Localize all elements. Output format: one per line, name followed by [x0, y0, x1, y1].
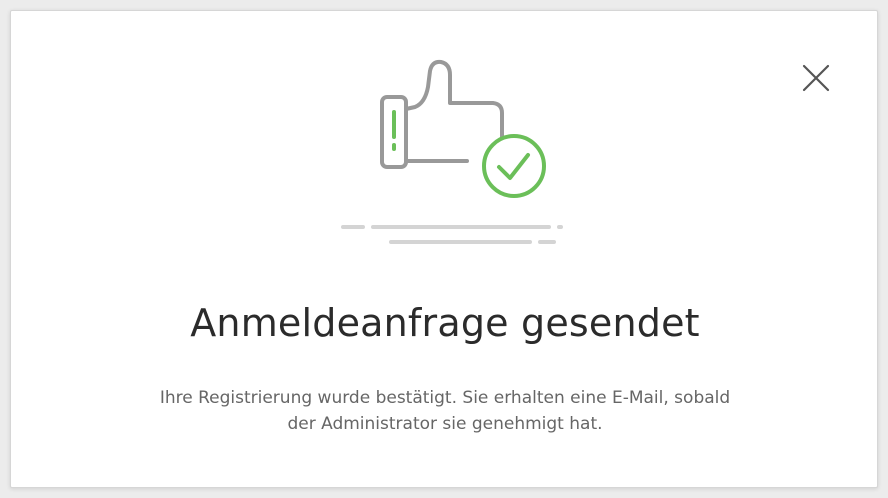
- dialog-title: Anmeldeanfrage gesendet: [190, 301, 700, 345]
- dialog-message: Ihre Registrierung wurde bestätigt. Sie …: [51, 385, 839, 437]
- dialog-message-line-1: Ihre Registrierung wurde bestätigt. Sie …: [159, 388, 731, 408]
- thumbs-up-check-icon: [341, 59, 563, 244]
- close-button[interactable]: [799, 61, 833, 95]
- dialog-message-line-2: der Administrator sie genehmigt hat.: [287, 414, 603, 434]
- close-icon: [802, 64, 830, 92]
- registration-success-dialog: Anmeldeanfrage gesendet Ihre Registrieru…: [10, 10, 878, 488]
